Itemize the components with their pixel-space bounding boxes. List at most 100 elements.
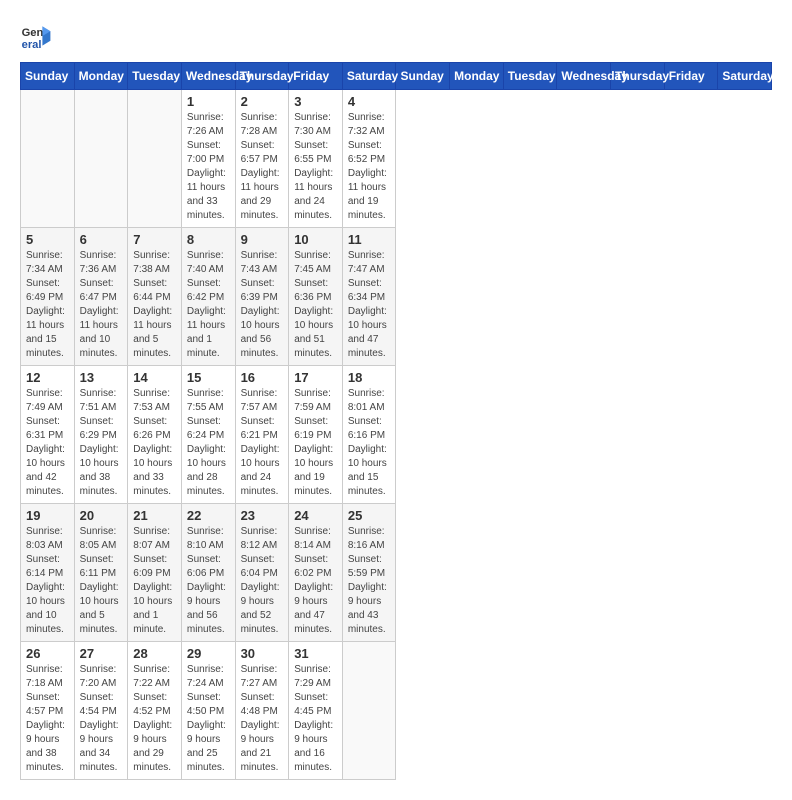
day-number: 21	[133, 508, 176, 523]
calendar-cell: 26 Sunrise: 7:18 AM Sunset: 4:57 PM Dayli…	[21, 642, 75, 780]
calendar-cell: 5 Sunrise: 7:34 AM Sunset: 6:49 PM Daylig…	[21, 228, 75, 366]
calendar-cell: 7Sunrise: 7:38 AM Sunset: 6:44 PM Daylig…	[128, 228, 182, 366]
day-info: Sunrise: 7:40 AM Sunset: 6:42 PM Dayligh…	[187, 249, 230, 361]
calendar-cell: 8 Sunrise: 7:40 AM Sunset: 6:42 PM Daylig…	[181, 228, 235, 366]
calendar-cell: 1 Sunrise: 7:26 AM Sunset: 7:00 PM Daylig…	[181, 90, 235, 228]
day-of-week-header: Wednesday	[181, 63, 235, 90]
calendar-cell: 3 Sunrise: 7:30 AM Sunset: 6:55 PM Daylig…	[289, 90, 343, 228]
day-number: 26	[26, 646, 69, 661]
calendar-cell: 19 Sunrise: 8:03 AM Sunset: 6:14 PM Dayli…	[21, 504, 75, 642]
calendar-cell: 28 Sunrise: 7:22 AM Sunset: 4:52 PM Dayli…	[128, 642, 182, 780]
day-info: Sunrise: 7:45 AM Sunset: 6:36 PM Dayligh…	[294, 249, 337, 361]
calendar-cell: 23 Sunrise: 8:12 AM Sunset: 6:04 PM Dayli…	[235, 504, 289, 642]
day-info: Sunrise: 7:36 AM Sunset: 6:47 PM Dayligh…	[80, 249, 123, 361]
day-number: 9	[241, 232, 284, 247]
day-number: 8	[187, 232, 230, 247]
calendar-week-row: 26 Sunrise: 7:18 AM Sunset: 4:57 PM Dayli…	[21, 642, 772, 780]
day-info: Sunrise: 7:29 AM Sunset: 4:45 PM Dayligh…	[294, 663, 337, 775]
day-number: 13	[80, 370, 123, 385]
calendar-cell: 2 Sunrise: 7:28 AM Sunset: 6:57 PM Daylig…	[235, 90, 289, 228]
day-number: 20	[80, 508, 123, 523]
calendar-cell	[21, 90, 75, 228]
day-number: 25	[348, 508, 391, 523]
calendar-cell: 31 Sunrise: 7:29 AM Sunset: 4:45 PM Dayli…	[289, 642, 343, 780]
day-of-week-header: Tuesday	[503, 63, 557, 90]
day-number: 31	[294, 646, 337, 661]
day-info: Sunrise: 8:01 AM Sunset: 6:16 PM Dayligh…	[348, 387, 391, 499]
svg-text:eral: eral	[22, 39, 42, 51]
calendar-cell: 24Sunrise: 8:14 AM Sunset: 6:02 PM Dayli…	[289, 504, 343, 642]
day-of-week-header: Sunday	[21, 63, 75, 90]
day-info: Sunrise: 7:22 AM Sunset: 4:52 PM Dayligh…	[133, 663, 176, 775]
calendar-week-row: 5 Sunrise: 7:34 AM Sunset: 6:49 PM Daylig…	[21, 228, 772, 366]
day-info: Sunrise: 7:34 AM Sunset: 6:49 PM Dayligh…	[26, 249, 69, 361]
calendar-cell: 17 Sunrise: 7:59 AM Sunset: 6:19 PM Dayli…	[289, 366, 343, 504]
calendar-table: SundayMondayTuesdayWednesdayThursdayFrid…	[20, 62, 772, 780]
calendar-cell: 25 Sunrise: 8:16 AM Sunset: 5:59 PM Dayli…	[342, 504, 396, 642]
calendar-cell: 18 Sunrise: 8:01 AM Sunset: 6:16 PM Dayli…	[342, 366, 396, 504]
day-number: 30	[241, 646, 284, 661]
day-info: Sunrise: 8:10 AM Sunset: 6:06 PM Dayligh…	[187, 525, 230, 637]
calendar-cell: 6 Sunrise: 7:36 AM Sunset: 6:47 PM Daylig…	[74, 228, 128, 366]
day-info: Sunrise: 7:24 AM Sunset: 4:50 PM Dayligh…	[187, 663, 230, 775]
day-of-week-header: Sunday	[396, 63, 450, 90]
day-info: Sunrise: 7:27 AM Sunset: 4:48 PM Dayligh…	[241, 663, 284, 775]
day-number: 28	[133, 646, 176, 661]
day-number: 14	[133, 370, 176, 385]
day-number: 6	[80, 232, 123, 247]
day-info: Sunrise: 8:05 AM Sunset: 6:11 PM Dayligh…	[80, 525, 123, 637]
calendar-cell: 12Sunrise: 7:49 AM Sunset: 6:31 PM Dayli…	[21, 366, 75, 504]
day-number: 5	[26, 232, 69, 247]
day-number: 18	[348, 370, 391, 385]
calendar-cell: 13Sunrise: 7:51 AM Sunset: 6:29 PM Dayli…	[74, 366, 128, 504]
day-number: 15	[187, 370, 230, 385]
day-number: 7	[133, 232, 176, 247]
day-number: 3	[294, 94, 337, 109]
day-info: Sunrise: 7:47 AM Sunset: 6:34 PM Dayligh…	[348, 249, 391, 361]
day-number: 11	[348, 232, 391, 247]
calendar-cell: 15Sunrise: 7:55 AM Sunset: 6:24 PM Dayli…	[181, 366, 235, 504]
day-of-week-header: Tuesday	[128, 63, 182, 90]
logo-icon: Gen eral	[20, 20, 52, 52]
calendar-cell: 14Sunrise: 7:53 AM Sunset: 6:26 PM Dayli…	[128, 366, 182, 504]
day-of-week-header: Monday	[74, 63, 128, 90]
day-of-week-header: Friday	[664, 63, 718, 90]
day-info: Sunrise: 8:07 AM Sunset: 6:09 PM Dayligh…	[133, 525, 176, 637]
day-info: Sunrise: 7:30 AM Sunset: 6:55 PM Dayligh…	[294, 111, 337, 223]
day-info: Sunrise: 7:49 AM Sunset: 6:31 PM Dayligh…	[26, 387, 69, 499]
calendar-cell	[342, 642, 396, 780]
page-header: Gen eral	[20, 20, 772, 52]
day-info: Sunrise: 7:28 AM Sunset: 6:57 PM Dayligh…	[241, 111, 284, 223]
day-number: 2	[241, 94, 284, 109]
day-info: Sunrise: 8:16 AM Sunset: 5:59 PM Dayligh…	[348, 525, 391, 637]
calendar-cell	[74, 90, 128, 228]
day-info: Sunrise: 7:32 AM Sunset: 6:52 PM Dayligh…	[348, 111, 391, 223]
day-of-week-header: Saturday	[342, 63, 396, 90]
calendar-week-row: 19 Sunrise: 8:03 AM Sunset: 6:14 PM Dayli…	[21, 504, 772, 642]
calendar-week-row: 12Sunrise: 7:49 AM Sunset: 6:31 PM Dayli…	[21, 366, 772, 504]
day-of-week-header: Thursday	[235, 63, 289, 90]
day-number: 19	[26, 508, 69, 523]
calendar-cell: 30 Sunrise: 7:27 AM Sunset: 4:48 PM Dayli…	[235, 642, 289, 780]
day-info: Sunrise: 7:26 AM Sunset: 7:00 PM Dayligh…	[187, 111, 230, 223]
day-number: 29	[187, 646, 230, 661]
day-info: Sunrise: 7:20 AM Sunset: 4:54 PM Dayligh…	[80, 663, 123, 775]
day-of-week-header: Wednesday	[557, 63, 611, 90]
calendar-cell: 10Sunrise: 7:45 AM Sunset: 6:36 PM Dayli…	[289, 228, 343, 366]
day-info: Sunrise: 8:12 AM Sunset: 6:04 PM Dayligh…	[241, 525, 284, 637]
day-number: 1	[187, 94, 230, 109]
calendar-cell: 11 Sunrise: 7:47 AM Sunset: 6:34 PM Dayli…	[342, 228, 396, 366]
svg-text:Gen: Gen	[22, 27, 44, 39]
calendar-cell: 29 Sunrise: 7:24 AM Sunset: 4:50 PM Dayli…	[181, 642, 235, 780]
calendar-cell	[128, 90, 182, 228]
day-info: Sunrise: 7:59 AM Sunset: 6:19 PM Dayligh…	[294, 387, 337, 499]
day-number: 23	[241, 508, 284, 523]
day-number: 22	[187, 508, 230, 523]
day-info: Sunrise: 8:03 AM Sunset: 6:14 PM Dayligh…	[26, 525, 69, 637]
day-info: Sunrise: 7:43 AM Sunset: 6:39 PM Dayligh…	[241, 249, 284, 361]
day-number: 17	[294, 370, 337, 385]
day-of-week-header: Friday	[289, 63, 343, 90]
day-info: Sunrise: 7:57 AM Sunset: 6:21 PM Dayligh…	[241, 387, 284, 499]
day-info: Sunrise: 7:18 AM Sunset: 4:57 PM Dayligh…	[26, 663, 69, 775]
day-of-week-header: Thursday	[611, 63, 665, 90]
